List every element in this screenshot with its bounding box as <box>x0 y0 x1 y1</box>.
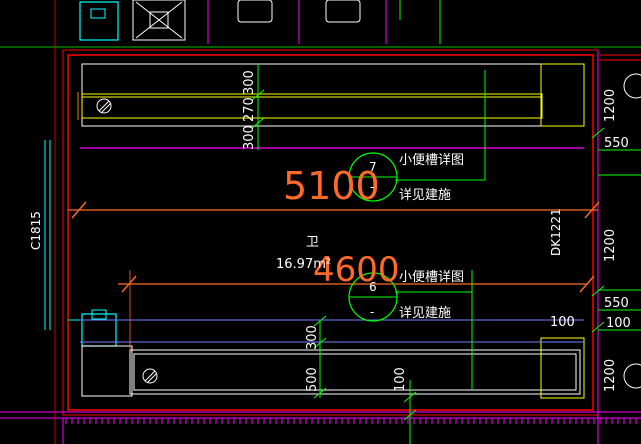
bottom-ruler <box>65 418 637 424</box>
door-tag: DK1221 <box>549 208 563 256</box>
dim-bottom-500: 500 <box>305 367 320 392</box>
dim-top-300a: 300 <box>242 125 257 150</box>
dim-bottom-300: 300 <box>305 325 320 350</box>
basins <box>81 309 133 397</box>
callout-note-6: 详见建施 <box>399 306 451 321</box>
window-tag: C1815 <box>29 211 43 250</box>
callout-number-7: 7 <box>369 160 377 174</box>
upper-trough <box>77 63 585 127</box>
dim-5100: 5100 <box>283 164 380 208</box>
dim-right-550b: 550 <box>604 296 629 311</box>
top-fixtures <box>0 0 641 48</box>
dim-right-1200b: 1200 <box>603 229 618 262</box>
cad-drawing: 5100 4600 卫 16.97m² 7 - 小便槽详图 详见建施 6 - 小… <box>0 0 641 444</box>
callout-title-7: 小便槽详图 <box>399 153 464 168</box>
room-code: 卫 <box>306 235 319 250</box>
dim-right-1200a: 1200 <box>603 89 618 122</box>
dim-left-100: 100 <box>550 315 575 330</box>
floor-plan: 5100 4600 卫 16.97m² 7 - 小便槽详图 详见建施 6 - 小… <box>0 0 641 444</box>
room-area: 16.97m² <box>276 257 331 272</box>
callout-number-6: 6 <box>369 280 377 294</box>
callout-sheet-7: - <box>370 180 374 194</box>
dim-right-100: 100 <box>606 316 631 331</box>
dim-bottom-100: 100 <box>393 367 408 392</box>
lower-trough <box>129 337 585 399</box>
dim-right-550a: 550 <box>604 136 629 151</box>
callout-sheet-6: - <box>370 305 374 319</box>
dim-top-270: 270 <box>242 97 257 122</box>
callout-note-7: 详见建施 <box>399 188 451 203</box>
dim-top-300b: 300 <box>242 70 257 95</box>
dim-right-1200c: 1200 <box>603 359 618 392</box>
callout-title-6: 小便槽详图 <box>399 270 464 285</box>
